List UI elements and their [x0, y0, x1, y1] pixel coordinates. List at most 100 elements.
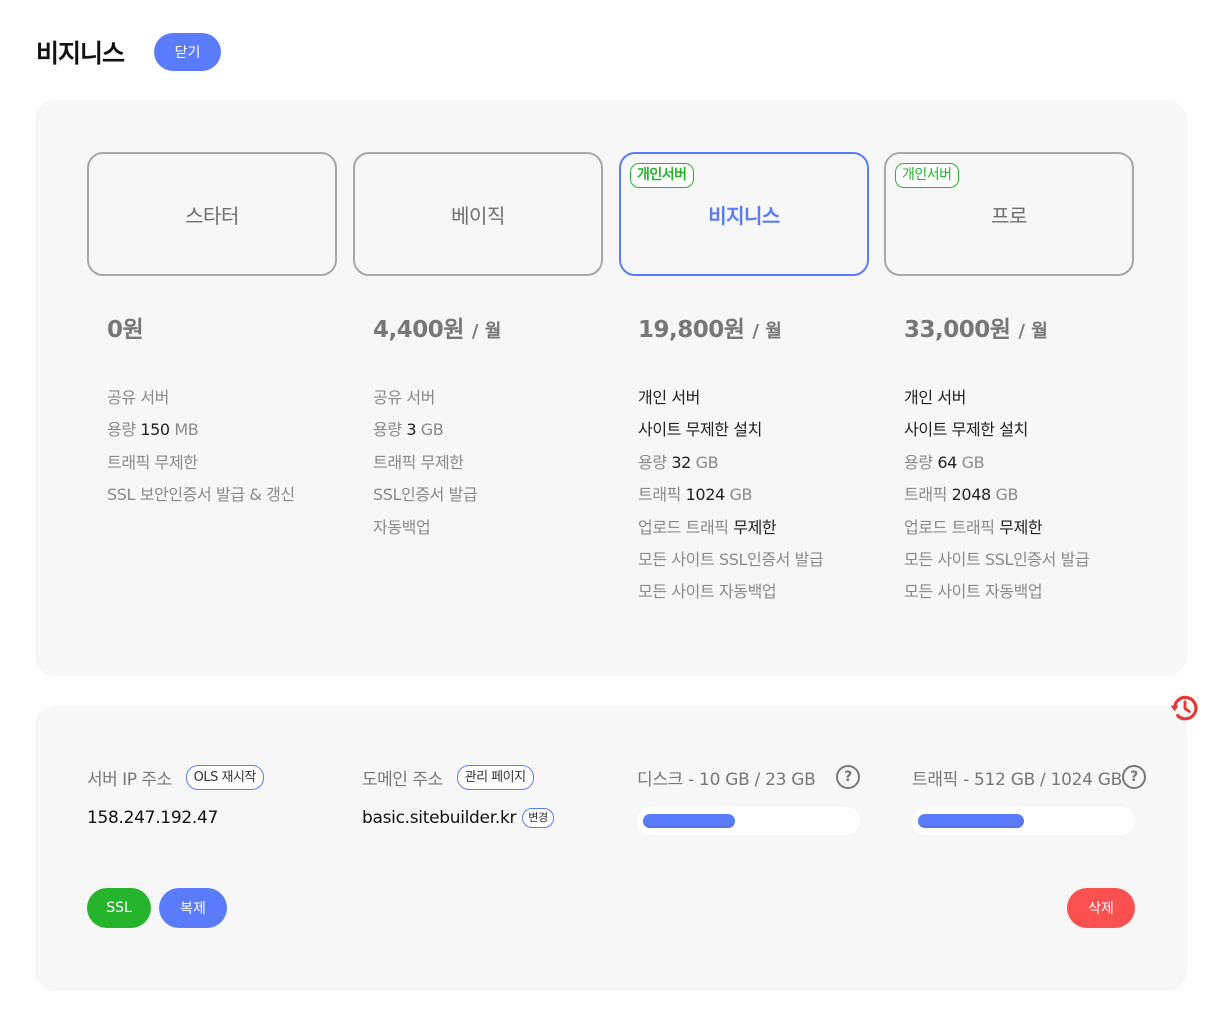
plan-details: 33,000원 / 월 개인 서버 사이트 무제한 설치 용량 64 GB 트래픽 204… [904, 310, 1154, 609]
domain-value-row: basic.sitebuilder.kr 변경 [362, 805, 554, 831]
feature-item: 용량 3 GB [373, 414, 623, 446]
feature-item: SSL인증서 발급 [373, 479, 623, 511]
feature-text: 용량 [373, 420, 407, 440]
traffic-usage-bar [912, 807, 1135, 835]
price-amount: 4,400원 [373, 317, 464, 343]
feature-item: 공유 서버 [107, 382, 357, 414]
admin-page-button[interactable]: 관리 페이지 [456, 764, 534, 790]
domain-value: basic.sitebuilder.kr [362, 808, 517, 828]
plan-price: 4,400원 / 월 [373, 310, 623, 344]
feature-item: 트래픽 무제한 [373, 447, 623, 479]
feature-text: 트래픽 [904, 485, 952, 505]
feature-text: 공유 서버 [373, 388, 435, 407]
domain-change-button[interactable]: 변경 [522, 808, 554, 828]
feature-text: 용량 [107, 420, 141, 440]
feature-item: 용량 150 MB [107, 414, 357, 446]
feature-item: 모든 사이트 자동백업 [638, 576, 888, 608]
feature-text: GB [956, 452, 985, 472]
feature-text: 무제한 [733, 517, 777, 537]
feature-text: SSL인증서 발급 [373, 485, 478, 505]
feature-text: SSL 보안인증서 발급 & 갱신 [107, 485, 295, 505]
feature-list: 개인 서버 사이트 무제한 설치 용량 64 GB 트래픽 2048 GB 업로드 트래… [904, 382, 1154, 609]
feature-text: 트래픽 무제한 [107, 452, 198, 472]
feature-list: 공유 서버용량 150 MB 트래픽 무제한 SSL 보안인증서 발급 & 갱신 [107, 382, 357, 512]
feature-text: 트래픽 [638, 485, 686, 505]
feature-list: 개인 서버 사이트 무제한 설치 용량 32 GB 트래픽 1024 GB 업로드 트래… [638, 382, 888, 609]
feature-text: MB [169, 420, 199, 440]
ssl-button[interactable]: SSL [87, 888, 151, 928]
feature-item: 자동백업 [373, 512, 623, 544]
feature-item: 모든 사이트 자동백업 [904, 576, 1154, 608]
price-unit: / 월 [1018, 321, 1048, 342]
feature-item: 업로드 트래픽 무제한 [904, 512, 1154, 544]
price-amount: 0원 [107, 317, 144, 343]
feature-text: 용량 [904, 452, 938, 472]
price-unit: / 월 [471, 321, 502, 342]
feature-text: 공유 서버 [107, 388, 169, 407]
plan-name: 비지니스 [708, 203, 780, 228]
close-button[interactable]: 닫기 [154, 33, 222, 71]
server-panel: 서버 IP 주소 OLS 재시작 158.247.192.47 도메인 주소 관… [35, 706, 1187, 991]
feature-item: 업로드 트래픽 무제한 [638, 512, 888, 544]
delete-button[interactable]: 삭제 [1067, 888, 1135, 928]
feature-text: 32 [671, 452, 691, 472]
feature-text: 모든 사이트 자동백업 [638, 582, 777, 602]
feature-text: 150 [140, 420, 170, 440]
disk-usage-header: 디스크 - 10 GB / 23 GB ? [637, 763, 860, 791]
server-ip-field: 서버 IP 주소 OLS 재시작 [87, 763, 264, 791]
feature-text: 용량 [638, 452, 672, 472]
domain-field: 도메인 주소 관리 페이지 [362, 763, 534, 791]
server-ip-value: 158.247.192.47 [87, 808, 218, 828]
plan-name: 스타터 [185, 203, 239, 228]
feature-text: 64 [937, 452, 957, 472]
feature-item: 개인 서버 [904, 382, 1154, 414]
feature-text: 개인 서버 [638, 388, 700, 407]
history-icon[interactable] [1169, 692, 1201, 724]
plan-name: 프로 [991, 203, 1027, 228]
plan-tag: 개인서버 [895, 163, 959, 188]
plan-card[interactable]: 스타터 [87, 152, 337, 276]
feature-text: 1024 [685, 485, 726, 505]
feature-text: 업로드 트래픽 [904, 517, 1000, 537]
feature-item: 개인 서버 [638, 382, 888, 414]
page-header: 비지니스 닫기 [36, 32, 222, 72]
traffic-usage-label: 트래픽 - 512 GB / 1024 GB [912, 769, 1122, 790]
plan-details: 0원공유 서버용량 150 MB 트래픽 무제한 SSL 보안인증서 발급 & 갱신 [107, 310, 357, 512]
feature-item: 용량 64 GB [904, 447, 1154, 479]
feature-item: 공유 서버 [373, 382, 623, 414]
price-amount: 33,000원 [904, 317, 1011, 343]
feature-item: 모든 사이트 SSL인증서 발급 [904, 544, 1154, 576]
feature-text: GB [990, 485, 1019, 505]
plan-card[interactable]: 개인서버프로 [884, 152, 1134, 276]
feature-text: 사이트 무제한 설치 [904, 420, 1028, 440]
disk-usage-fill [643, 814, 735, 828]
plan-price: 19,800원 / 월 [638, 310, 888, 344]
price-amount: 19,800원 [638, 317, 745, 343]
feature-item: SSL 보안인증서 발급 & 갱신 [107, 479, 357, 511]
plan-card[interactable]: 개인서버 비지니스 [619, 152, 869, 276]
plan-price: 33,000원 / 월 [904, 310, 1154, 344]
traffic-help-icon[interactable]: ? [1122, 765, 1146, 789]
plan-card[interactable]: 베이직 [353, 152, 603, 276]
feature-item: 모든 사이트 SSL인증서 발급 [638, 544, 888, 576]
copy-button[interactable]: 복제 [159, 888, 227, 928]
disk-help-icon[interactable]: ? [836, 765, 860, 789]
feature-text: GB [416, 420, 444, 440]
feature-text: 3 [406, 420, 417, 440]
traffic-usage-fill [918, 814, 1024, 828]
feature-item: 트래픽 1024 GB [638, 479, 888, 511]
plan-price: 0원 [107, 310, 357, 344]
disk-usage-label: 디스크 - 10 GB / 23 GB [637, 769, 816, 790]
feature-text: 자동백업 [373, 517, 431, 537]
ols-restart-button[interactable]: OLS 재시작 [185, 764, 264, 790]
feature-item: 사이트 무제한 설치 [638, 414, 888, 446]
price-unit: / 월 [752, 321, 782, 342]
domain-label: 도메인 주소 [362, 769, 443, 790]
feature-text: GB [690, 452, 719, 472]
feature-text: 모든 사이트 SSL인증서 발급 [904, 549, 1090, 569]
feature-text: GB [724, 485, 753, 505]
traffic-usage-header: 트래픽 - 512 GB / 1024 GB ? [912, 763, 1146, 791]
feature-item: 사이트 무제한 설치 [904, 414, 1154, 446]
feature-item: 트래픽 무제한 [107, 447, 357, 479]
feature-text: 업로드 트래픽 [638, 517, 734, 537]
